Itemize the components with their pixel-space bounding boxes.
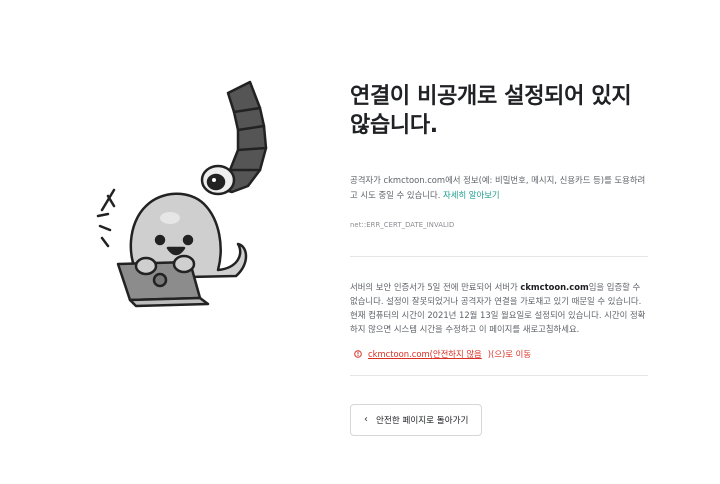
error-code: net::ERR_CERT_DATE_INVALID <box>350 221 455 229</box>
title-line-2: 않습니다. <box>350 113 438 138</box>
error-content: 연결이 비공개로 설정되어 있지 않습니다. 공격자가 ckmctoon.com… <box>350 82 650 436</box>
divider <box>350 375 648 376</box>
chevron-left-icon: ‹ <box>364 414 368 425</box>
details-part-1: 서버의 보안 인증서가 5일 전에 만료되어 서버가 <box>350 282 521 292</box>
back-button-label: 안전한 페이지로 돌아가기 <box>376 416 469 426</box>
proceed-prefix: ckmctoon.com( <box>368 349 433 359</box>
proceed-link[interactable]: ckmctoon.com(안전하지 않음 )(으)로 이동 <box>350 348 650 360</box>
divider <box>350 256 648 257</box>
mascot-illustration <box>88 78 288 308</box>
page-title: 연결이 비공개로 설정되어 있지 않습니다. <box>350 82 650 140</box>
warning-icon <box>354 350 362 358</box>
error-description: 공격자가 ckmctoon.com에서 정보(예: 비밀번호, 메시지, 신용카… <box>350 173 650 203</box>
proceed-link-text[interactable]: ckmctoon.com(안전하지 않음 <box>368 348 482 360</box>
back-to-safety-button[interactable]: ‹ 안전한 페이지로 돌아가기 <box>350 404 483 436</box>
title-line-1: 연결이 비공개로 설정되어 있지 <box>350 84 632 109</box>
interstitial-page: 연결이 비공개로 설정되어 있지 않습니다. 공격자가 ckmctoon.com… <box>0 0 720 484</box>
details-text: 서버의 보안 인증서가 5일 전에 만료되어 서버가 ckmctoon.com임… <box>350 280 650 336</box>
details-domain: ckmctoon.com <box>520 282 589 292</box>
proceed-unsafe: 안전하지 않음 <box>432 349 482 359</box>
learn-more-link[interactable]: 자세히 알아보기 <box>443 190 500 200</box>
proceed-suffix: )(으)로 이동 <box>487 349 532 359</box>
